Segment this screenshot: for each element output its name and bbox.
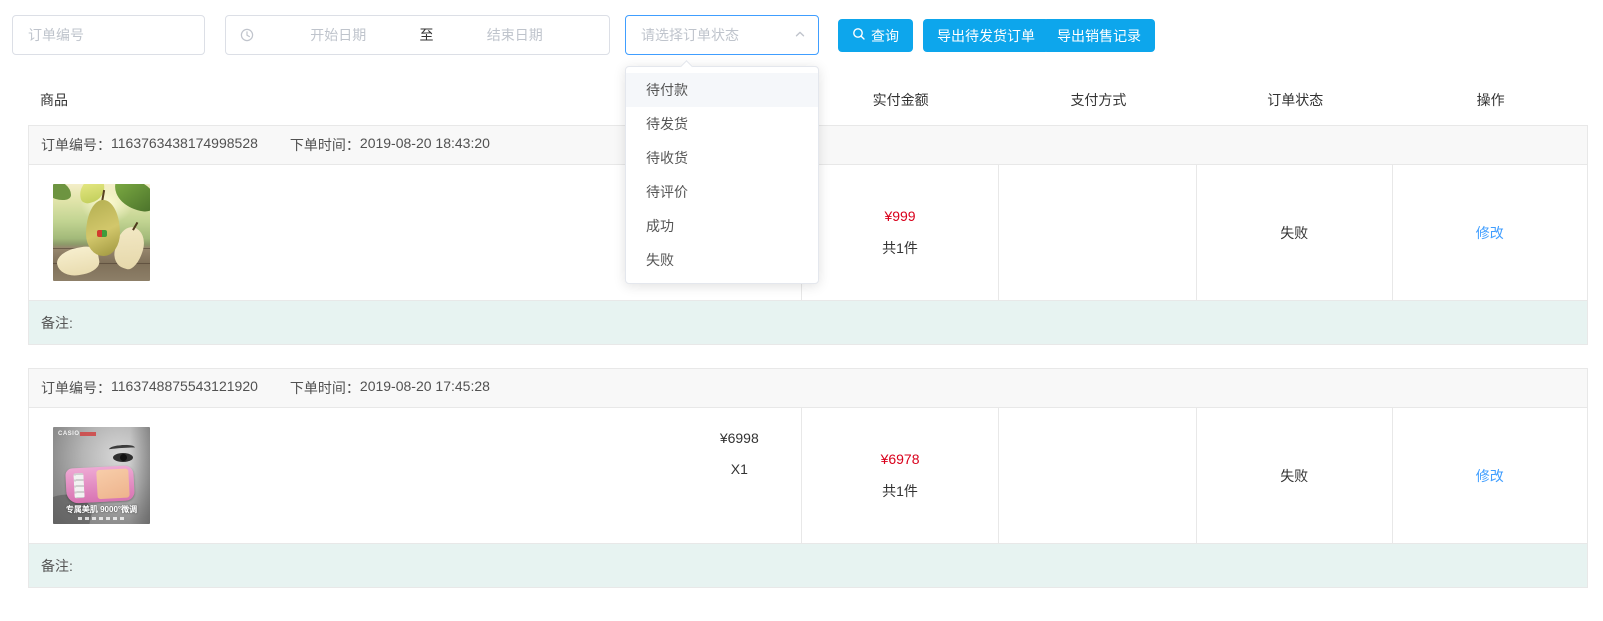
order-no-value: 1163748875543121920 (111, 378, 258, 398)
note-label: 备注: (41, 313, 73, 333)
end-date-placeholder: 结束日期 (447, 25, 584, 45)
dropdown-option-success[interactable]: 成功 (626, 209, 818, 243)
dropdown-option-pending-payment[interactable]: 待付款 (626, 73, 818, 107)
camera-brand-text: CASIO (58, 431, 80, 437)
actions-cell: 修改 (1393, 165, 1587, 300)
header-order-status: 订单状态 (1197, 90, 1393, 110)
order-time-label: 下单时间： (290, 378, 360, 398)
order-number-input[interactable] (12, 15, 205, 55)
dropdown-arrow (680, 60, 693, 73)
camera-caption-text: 专属美肌 9000°微调 (53, 504, 150, 515)
product-cell: CASIO 专属美肌 9000°微调 ¥6998 X1 (29, 408, 802, 543)
order-note-row: 备注: (29, 543, 1587, 587)
dropdown-option-pending-shipment[interactable]: 待发货 (626, 107, 818, 141)
paid-amount: ¥6978 (881, 451, 920, 467)
modify-link[interactable]: 修改 (1476, 223, 1504, 243)
order-status-select[interactable]: 请选择订单状态 (625, 15, 819, 55)
order-no-label: 订单编号： (41, 378, 111, 398)
date-range-picker[interactable]: 开始日期 至 结束日期 (225, 15, 610, 55)
export-pending-orders-button[interactable]: 导出待发货订单 (923, 19, 1049, 52)
order-row: CASIO 专属美肌 9000°微调 ¥6998 X1 ¥6978 共1件 失败… (29, 408, 1587, 543)
order-no-label: 订单编号： (41, 135, 111, 155)
status-dropdown-menu: 待付款 待发货 待收货 待评价 成功 失败 (625, 66, 819, 284)
order-time-value: 2019-08-20 17:45:28 (360, 378, 490, 398)
paid-amount-cell: ¥999 共1件 (802, 165, 1000, 300)
pay-method-cell (999, 165, 1197, 300)
order-card: 订单编号： 1163748875543121920 下单时间： 2019-08-… (28, 368, 1588, 588)
unit-price: ¥6998 (720, 430, 759, 446)
date-range-separator: 至 (407, 25, 447, 45)
paid-count: 共1件 (882, 238, 918, 258)
order-header-bar: 订单编号： 1163748875543121920 下单时间： 2019-08-… (29, 369, 1587, 408)
order-time-value: 2019-08-20 18:43:20 (360, 135, 490, 155)
export-sales-records-button[interactable]: 导出销售记录 (1043, 19, 1155, 52)
dropdown-option-failed[interactable]: 失败 (626, 243, 818, 277)
header-pay-method: 支付方式 (1000, 90, 1198, 110)
order-note-row: 备注: (29, 300, 1587, 344)
status-select-placeholder: 请选择订单状态 (641, 25, 739, 45)
note-label: 备注: (41, 556, 73, 576)
header-paid-amount: 实付金额 (802, 90, 1000, 110)
pay-method-cell (999, 408, 1197, 543)
unit-count: X1 (720, 461, 759, 477)
search-icon (852, 27, 866, 44)
order-status-cell: 失败 (1197, 408, 1393, 543)
paid-amount-cell: ¥6978 共1件 (802, 408, 1000, 543)
order-time-label: 下单时间： (290, 135, 360, 155)
order-no-value: 1163763438174998528 (111, 135, 258, 155)
dropdown-option-pending-review[interactable]: 待评价 (626, 175, 818, 209)
order-status-cell: 失败 (1197, 165, 1393, 300)
paid-count: 共1件 (882, 481, 918, 501)
unit-price-block: ¥6998 X1 (720, 430, 759, 477)
modify-link[interactable]: 修改 (1476, 466, 1504, 486)
product-image-casio-camera: CASIO 专属美肌 9000°微调 (53, 427, 150, 524)
search-button-label: 查询 (871, 26, 899, 46)
clock-icon (240, 28, 270, 42)
search-button[interactable]: 查询 (838, 19, 913, 52)
start-date-placeholder: 开始日期 (270, 25, 407, 45)
header-actions: 操作 (1393, 90, 1588, 110)
chevron-up-icon (794, 27, 806, 43)
paid-amount: ¥999 (884, 208, 915, 224)
actions-cell: 修改 (1393, 408, 1587, 543)
dropdown-option-pending-receipt[interactable]: 待收货 (626, 141, 818, 175)
product-image-pear (53, 184, 150, 281)
